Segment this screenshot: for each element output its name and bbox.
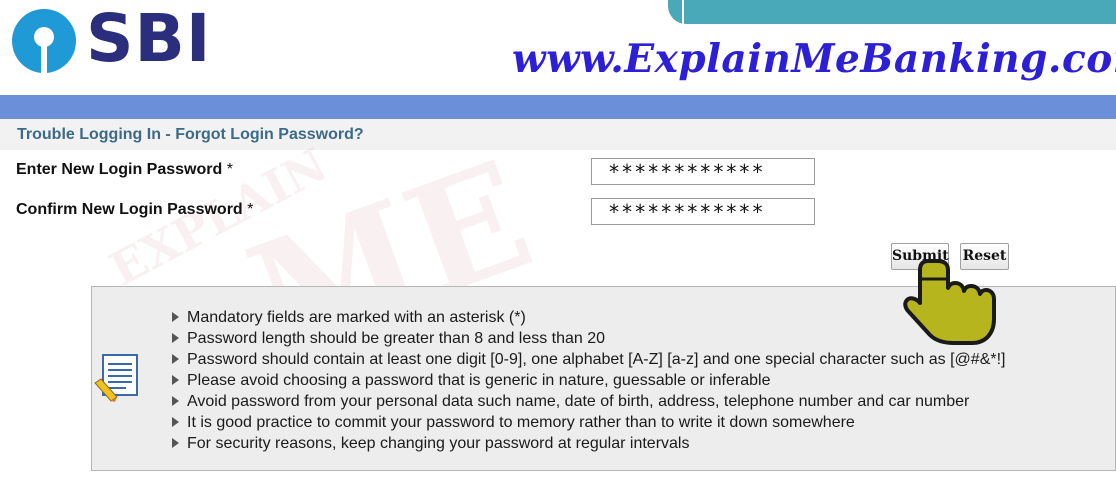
nav-bar xyxy=(0,95,1116,119)
notepad-pencil-icon xyxy=(94,354,138,402)
list-item: It is good practice to commit your passw… xyxy=(172,412,1005,433)
header: SBI www.ExplainMeBanking.com xyxy=(0,0,1116,95)
header-tab-decoration xyxy=(668,0,1116,24)
required-marker: * xyxy=(226,161,233,178)
bullet-arrow-icon xyxy=(172,417,179,427)
new-password-label: Enter New Login Password * xyxy=(16,161,233,179)
list-item: Please avoid choosing a password that is… xyxy=(172,370,1005,391)
list-item: Password should contain at least one dig… xyxy=(172,349,1005,370)
site-url-watermark: www.ExplainMeBanking.com xyxy=(512,36,1116,82)
list-item: Mandatory fields are marked with an aste… xyxy=(172,307,1005,328)
list-item: Password length should be greater than 8… xyxy=(172,328,1005,349)
bullet-arrow-icon xyxy=(172,333,179,343)
bullet-arrow-icon xyxy=(172,438,179,448)
bullet-arrow-icon xyxy=(172,354,179,364)
brand-name: SBI xyxy=(86,0,212,77)
hand-pointer-icon xyxy=(903,259,996,345)
page-title-bar: Trouble Logging In - Forgot Login Passwo… xyxy=(0,119,1116,150)
sbi-logo[interactable]: SBI xyxy=(12,0,212,77)
new-password-input[interactable]: ************ xyxy=(591,158,815,185)
required-marker: * xyxy=(247,201,254,218)
confirm-password-input[interactable]: ************ xyxy=(591,198,815,225)
bullet-arrow-icon xyxy=(172,375,179,385)
page-title: Trouble Logging In - Forgot Login Passwo… xyxy=(17,126,364,143)
bullet-arrow-icon xyxy=(172,396,179,406)
list-item: For security reasons, keep changing your… xyxy=(172,433,1005,454)
bullet-arrow-icon xyxy=(172,312,179,322)
new-password-label-text: Enter New Login Password xyxy=(16,161,223,178)
instructions-list: Mandatory fields are marked with an aste… xyxy=(172,307,1005,454)
list-item: Avoid password from your personal data s… xyxy=(172,391,1005,412)
confirm-password-label: Confirm New Login Password * xyxy=(16,201,253,219)
confirm-password-label-text: Confirm New Login Password xyxy=(16,201,243,218)
sbi-keyhole-icon xyxy=(12,9,76,75)
